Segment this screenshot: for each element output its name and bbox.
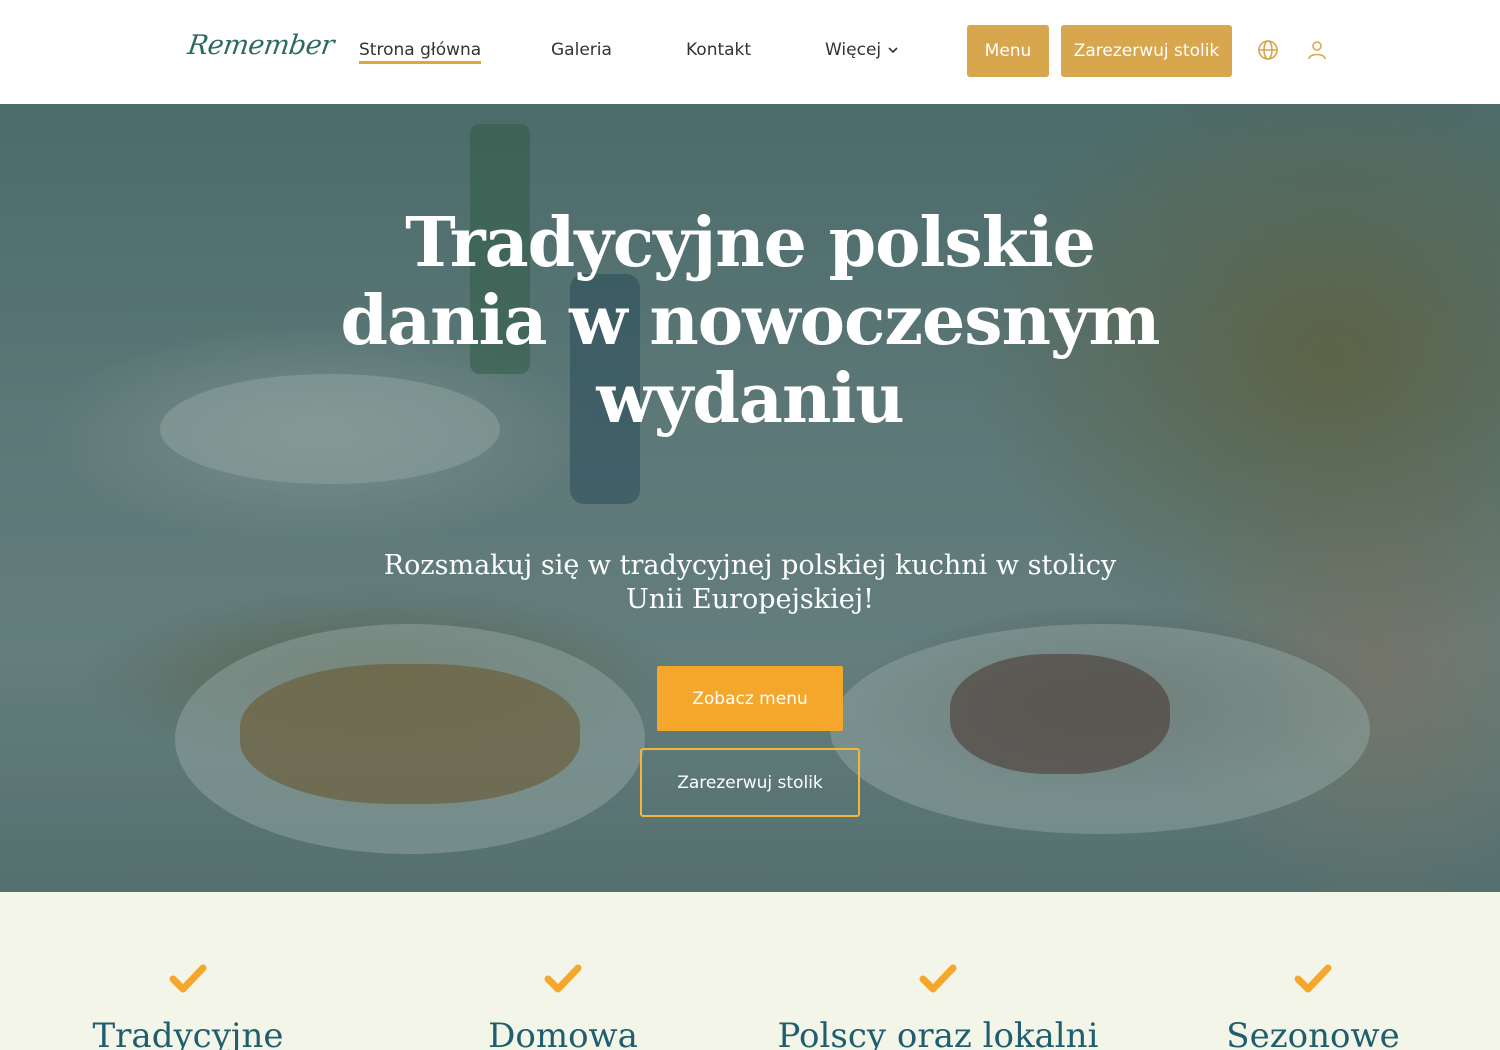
user-icon[interactable] xyxy=(1305,38,1329,62)
feature-title: Polscy oraz lokalni xyxy=(777,1016,1099,1050)
hero-title: Tradycyjne polskie dania w nowoczesnym w… xyxy=(340,203,1161,439)
hero-subtitle: Rozsmakuj się w tradycyjnej polskiej kuc… xyxy=(383,550,1117,615)
logo[interactable]: Remember xyxy=(186,30,336,61)
chevron-down-icon xyxy=(888,47,898,54)
feature-item: Tradycyjne xyxy=(8,962,368,1050)
nav-more-dropdown[interactable]: Więcej xyxy=(825,40,899,60)
hero-reserve-table-button[interactable]: Zarezerwuj stolik xyxy=(640,748,860,817)
globe-icon[interactable] xyxy=(1256,38,1280,62)
reserve-table-button[interactable]: Zarezerwuj stolik xyxy=(1061,25,1232,77)
nav-gallery-link[interactable]: Galeria xyxy=(551,40,612,60)
features-section: Tradycyjne Domowa Polscy oraz lokalni Se… xyxy=(0,892,1500,1050)
feature-title: Domowa xyxy=(488,1016,638,1050)
feature-title: Tradycyjne xyxy=(92,1016,284,1050)
feature-item: Domowa xyxy=(383,962,743,1050)
nav-contact-link[interactable]: Kontakt xyxy=(686,40,751,60)
menu-button[interactable]: Menu xyxy=(967,25,1049,77)
feature-item: Polscy oraz lokalni xyxy=(758,962,1118,1050)
site-header: Remember Strona główna Galeria Kontakt W… xyxy=(0,0,1500,104)
feature-title: Sezonowe xyxy=(1226,1016,1400,1050)
nav-more-label: Więcej xyxy=(825,40,882,60)
see-menu-button[interactable]: Zobacz menu xyxy=(657,666,843,731)
check-icon xyxy=(919,964,957,993)
check-icon xyxy=(169,964,207,993)
check-icon xyxy=(1294,964,1332,993)
hero-section: Tradycyjne polskie dania w nowoczesnym w… xyxy=(0,104,1500,892)
feature-item: Sezonowe xyxy=(1133,962,1493,1050)
nav-home-link[interactable]: Strona główna xyxy=(359,40,482,64)
check-icon xyxy=(544,964,582,993)
